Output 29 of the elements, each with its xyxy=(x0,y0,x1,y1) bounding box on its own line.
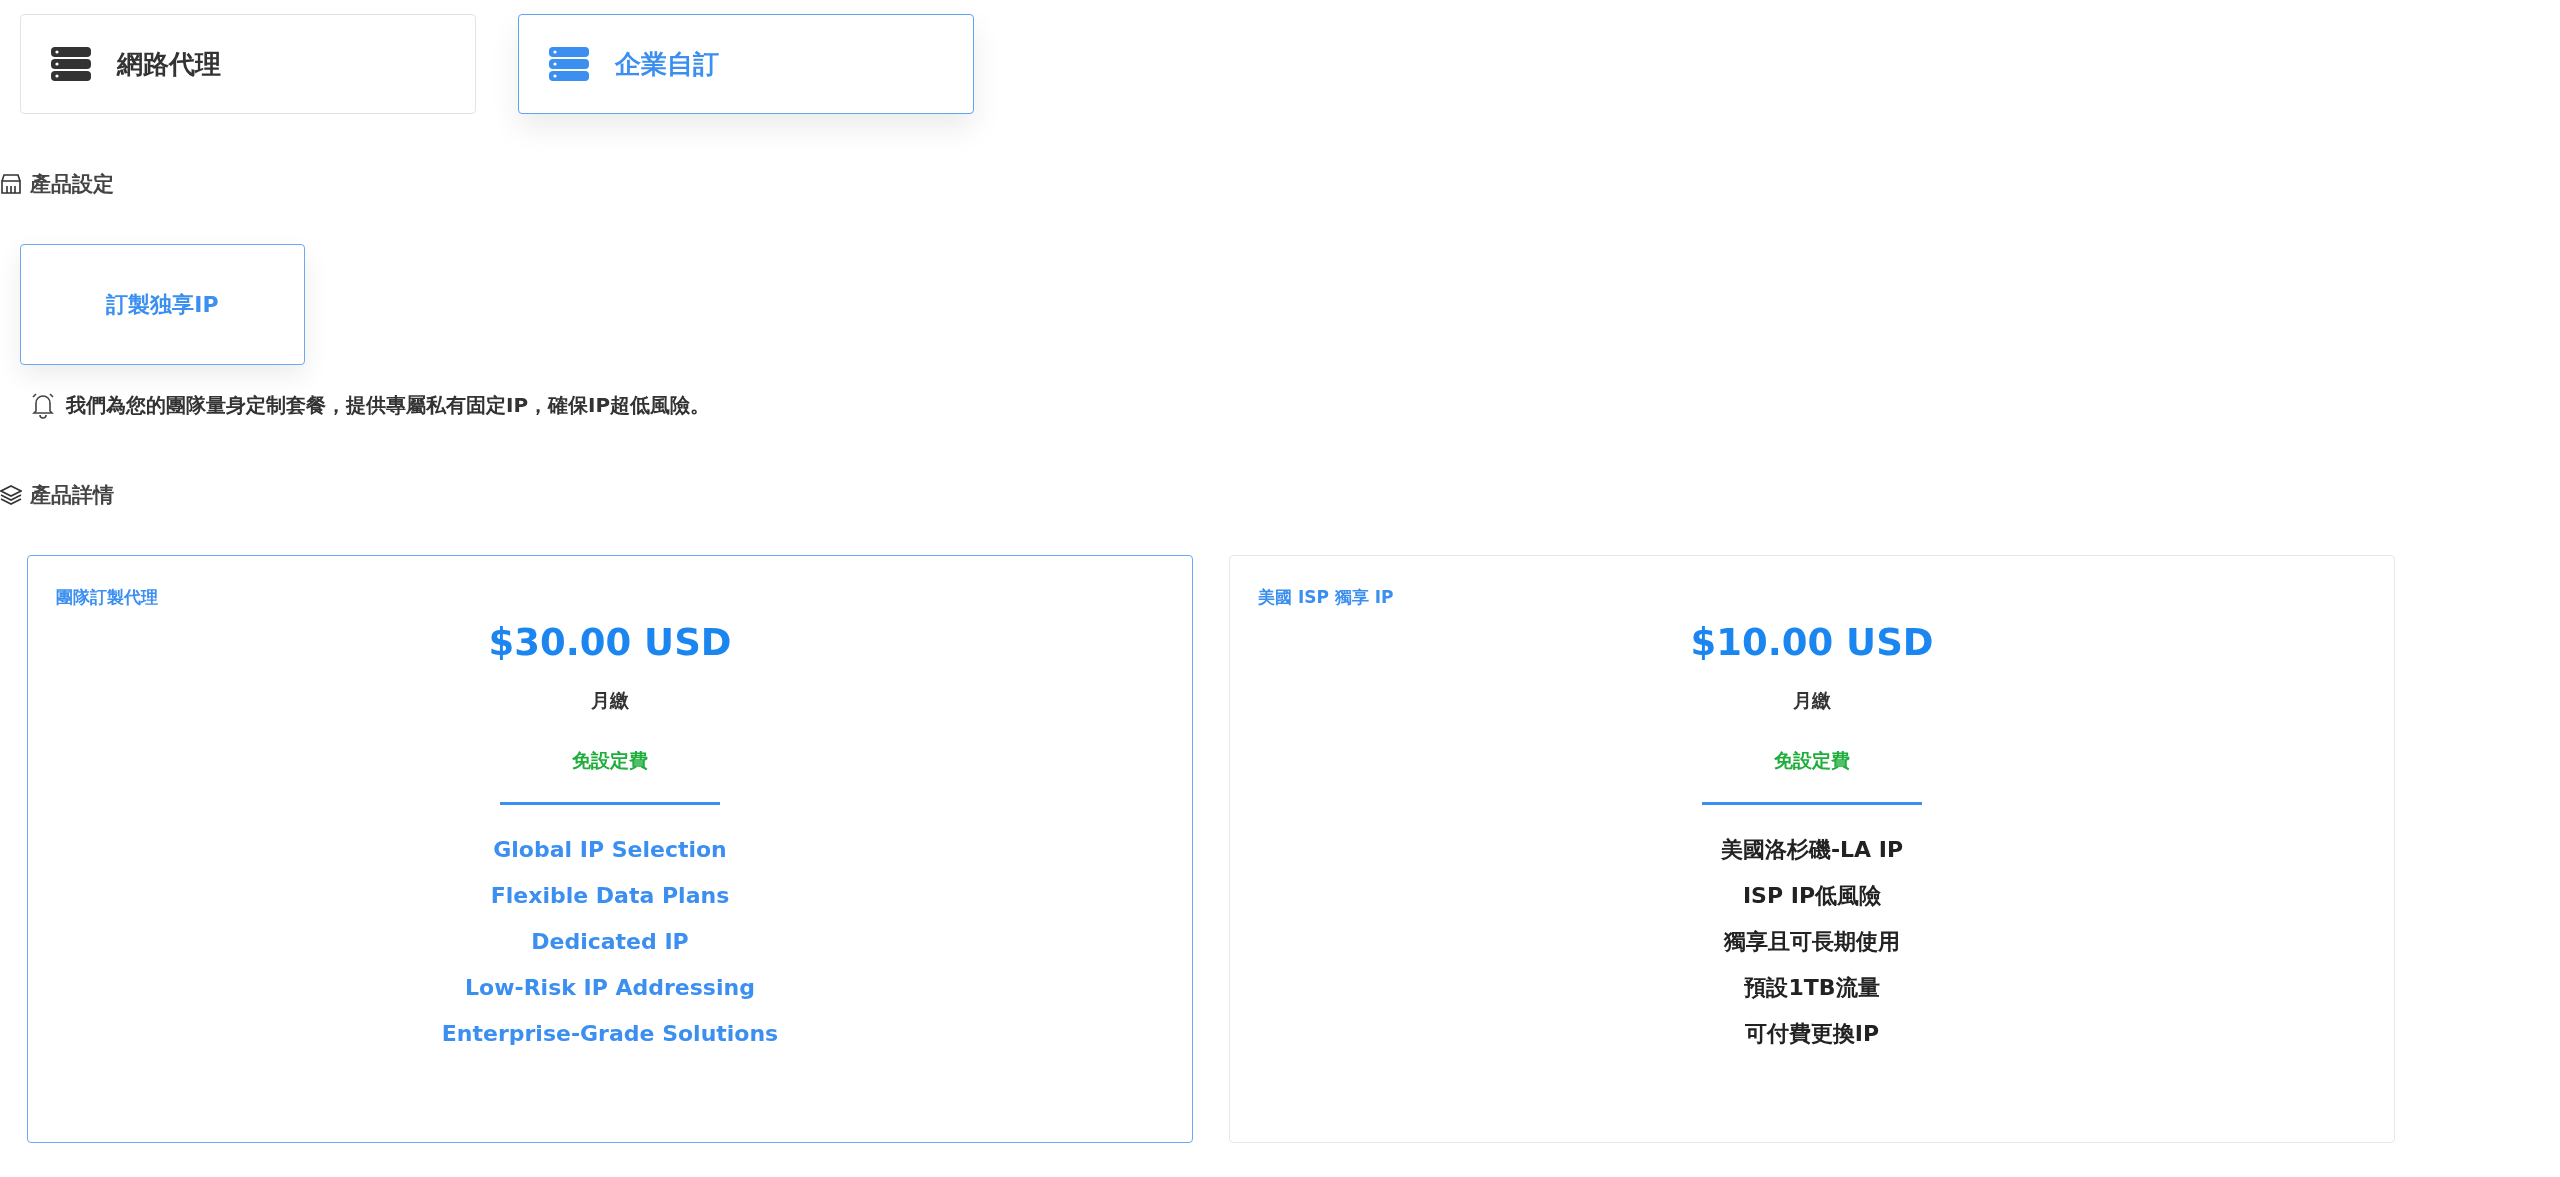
plan-feature: 獨享且可長期使用 xyxy=(1724,928,1900,956)
plan-feature: Enterprise-Grade Solutions xyxy=(441,1020,779,1048)
setup-fee: 免設定費 xyxy=(572,748,648,773)
plan-feature: Global IP Selection xyxy=(493,836,727,864)
billing-period: 月繳 xyxy=(591,688,629,713)
plan-feature: 預設1TB流量 xyxy=(1744,974,1880,1002)
store-icon xyxy=(0,173,22,195)
plan-feature: Dedicated IP xyxy=(531,928,689,956)
plan-feature: Low-Risk IP Addressing xyxy=(465,974,755,1002)
plan-price: $10.00 USD xyxy=(1690,621,1934,664)
section-heading: 產品詳情 xyxy=(30,482,114,509)
plan-feature: ISP IP低風險 xyxy=(1742,882,1882,910)
plan-feature: Flexible Data Plans xyxy=(490,882,730,910)
layers-icon xyxy=(0,484,22,506)
setup-fee: 免設定費 xyxy=(1774,748,1850,773)
server-icon xyxy=(51,47,91,81)
plan-feature: 可付費更換IP xyxy=(1744,1020,1880,1048)
plan-feature: 美國洛杉磯-LA IP xyxy=(1720,836,1904,864)
notice-text: 我們為您的團隊量身定制套餐，提供專屬私有固定IP，確保IP超低風險。 xyxy=(66,391,711,419)
section-heading: 產品設定 xyxy=(30,171,114,198)
plan-name: 美國 ISP 獨享 IP xyxy=(1258,586,1394,609)
bell-icon xyxy=(30,391,56,419)
category-tab[interactable]: 網路代理 xyxy=(20,14,476,114)
server-icon xyxy=(549,47,589,81)
billing-period: 月繳 xyxy=(1793,688,1831,713)
plan-name: 團隊訂製代理 xyxy=(56,586,158,609)
plan-card[interactable]: 美國 ISP 獨享 IP $10.00 USD 月繳 免設定費 美國洛杉磯-LA IP ISP IP低風險 獨享且可長期使用 預設1TB流量 可付費更換IP xyxy=(1229,555,2395,1143)
plan-card[interactable]: 團隊訂製代理 $30.00 USD 月繳 免設定費 Global IP Selection Flexible Data Plans Dedicated IP Low-Risk IP Addressing Enterprise-Grade Solutions xyxy=(27,555,1193,1143)
plan-price: $30.00 USD xyxy=(488,621,732,664)
